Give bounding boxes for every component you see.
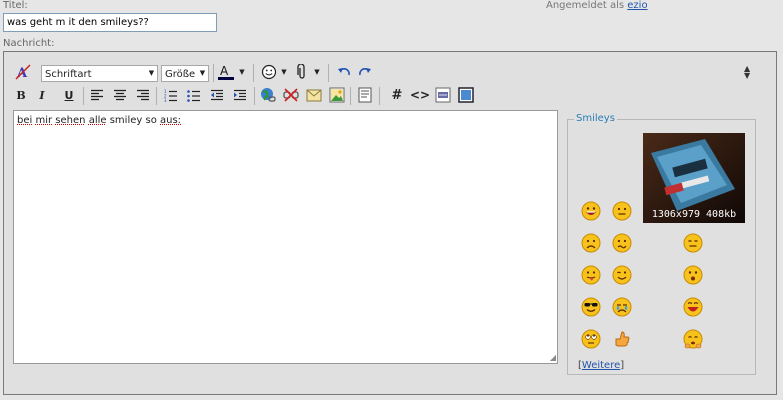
smiley-rolleyes-icon[interactable] <box>581 329 601 349</box>
login-text: Angemeldet als <box>546 0 625 11</box>
toolbar-divider <box>253 64 254 82</box>
remove-format-icon[interactable]: A <box>14 63 32 81</box>
chevron-down-icon[interactable]: ▼ <box>237 63 247 81</box>
login-status: Angemeldet als ezio <box>546 0 648 11</box>
toolbar-divider <box>350 87 351 105</box>
message-word: so <box>145 115 157 126</box>
message-word: bei <box>17 115 33 126</box>
italic-button[interactable]: I <box>33 86 51 104</box>
font-size-select[interactable]: Größe ▼ <box>161 65 209 82</box>
thumbs-up-icon[interactable] <box>612 329 632 349</box>
php-code-icon[interactable] <box>434 86 452 104</box>
source-view-icon[interactable] <box>457 86 475 104</box>
smiley-straight-icon[interactable] <box>683 233 703 253</box>
toolbar-divider <box>83 87 84 105</box>
chevron-down-icon[interactable]: ▼ <box>279 63 289 81</box>
smiley-grin-icon[interactable] <box>581 201 601 221</box>
font-select-label: Schriftart <box>45 69 92 80</box>
svg-text:3: 3 <box>164 98 167 102</box>
bracket-close: ] <box>620 360 625 371</box>
align-right-icon[interactable] <box>134 86 152 104</box>
message-label: Nachricht: <box>3 38 55 49</box>
smileys-legend: Smileys <box>574 113 617 124</box>
message-textarea[interactable]: bei mir sehen alle smiley so aus: ◢ <box>13 110 558 364</box>
toolbar-divider <box>379 87 380 105</box>
numbered-list-icon[interactable]: 123 <box>162 86 180 104</box>
resize-grip-icon[interactable]: ◢ <box>550 353 556 362</box>
smiley-confused-icon[interactable] <box>612 233 632 253</box>
redo-icon[interactable] <box>356 63 374 81</box>
underline-button[interactable]: U <box>60 86 78 104</box>
more-smileys-link[interactable]: Weitere <box>582 360 620 371</box>
title-input[interactable] <box>3 13 217 32</box>
smiley-laugh-icon[interactable] <box>683 297 703 317</box>
toolbar-divider <box>328 64 329 82</box>
bullet-list-icon[interactable] <box>185 86 203 104</box>
chevron-down-icon: ▼ <box>199 69 206 77</box>
undo-icon[interactable] <box>335 63 353 81</box>
smiley-wink-icon[interactable] <box>612 265 632 285</box>
smiley-cool-icon[interactable] <box>581 297 601 317</box>
username-link[interactable]: ezio <box>627 0 647 11</box>
insert-image-icon[interactable] <box>328 86 346 104</box>
smiley-shy-icon[interactable] <box>683 329 703 349</box>
indent-icon[interactable] <box>231 86 249 104</box>
font-family-select[interactable]: Schriftart ▼ <box>41 65 158 82</box>
thumbnail-caption: 1306x979 408kb <box>651 209 737 220</box>
size-select-label: Größe <box>165 69 196 80</box>
chevron-down-icon[interactable]: ▼ <box>312 63 322 81</box>
smiley-sad-icon[interactable] <box>581 233 601 253</box>
toolbar-divider <box>213 64 214 82</box>
hashtag-button[interactable]: # <box>388 86 406 104</box>
attachment-icon[interactable] <box>293 63 311 81</box>
message-word: aus: <box>160 115 182 126</box>
emoticon-icon[interactable] <box>260 63 278 81</box>
outdent-icon[interactable] <box>208 86 226 104</box>
svg-text:A: A <box>220 64 229 78</box>
font-color-icon[interactable]: A <box>217 63 235 81</box>
toolbar-divider <box>254 87 255 105</box>
quote-icon[interactable] <box>356 86 374 104</box>
remove-link-icon[interactable] <box>282 86 300 104</box>
collapse-toolbar-icon[interactable]: ▲ ▼ <box>744 65 750 80</box>
message-word: alle <box>88 115 107 126</box>
insert-email-icon[interactable] <box>305 86 323 104</box>
smiley-tongue-icon[interactable] <box>581 265 601 285</box>
message-word: smiley <box>109 115 143 126</box>
message-word: sehen <box>55 115 86 126</box>
message-word: mir <box>35 115 53 126</box>
code-button[interactable]: <> <box>410 86 430 104</box>
align-left-icon[interactable] <box>88 86 106 104</box>
toolbar-divider <box>156 87 157 105</box>
align-center-icon[interactable] <box>111 86 129 104</box>
chevron-down-icon: ▼ <box>148 69 155 77</box>
more-smileys: [Weitere] <box>578 360 624 371</box>
bold-button[interactable]: B <box>12 86 30 104</box>
smiley-neutral-icon[interactable] <box>612 201 632 221</box>
smiley-surprised-icon[interactable] <box>683 265 703 285</box>
smiley-crying-icon[interactable] <box>612 297 632 317</box>
title-label: Titel: <box>3 0 28 11</box>
insert-link-icon[interactable] <box>259 86 277 104</box>
